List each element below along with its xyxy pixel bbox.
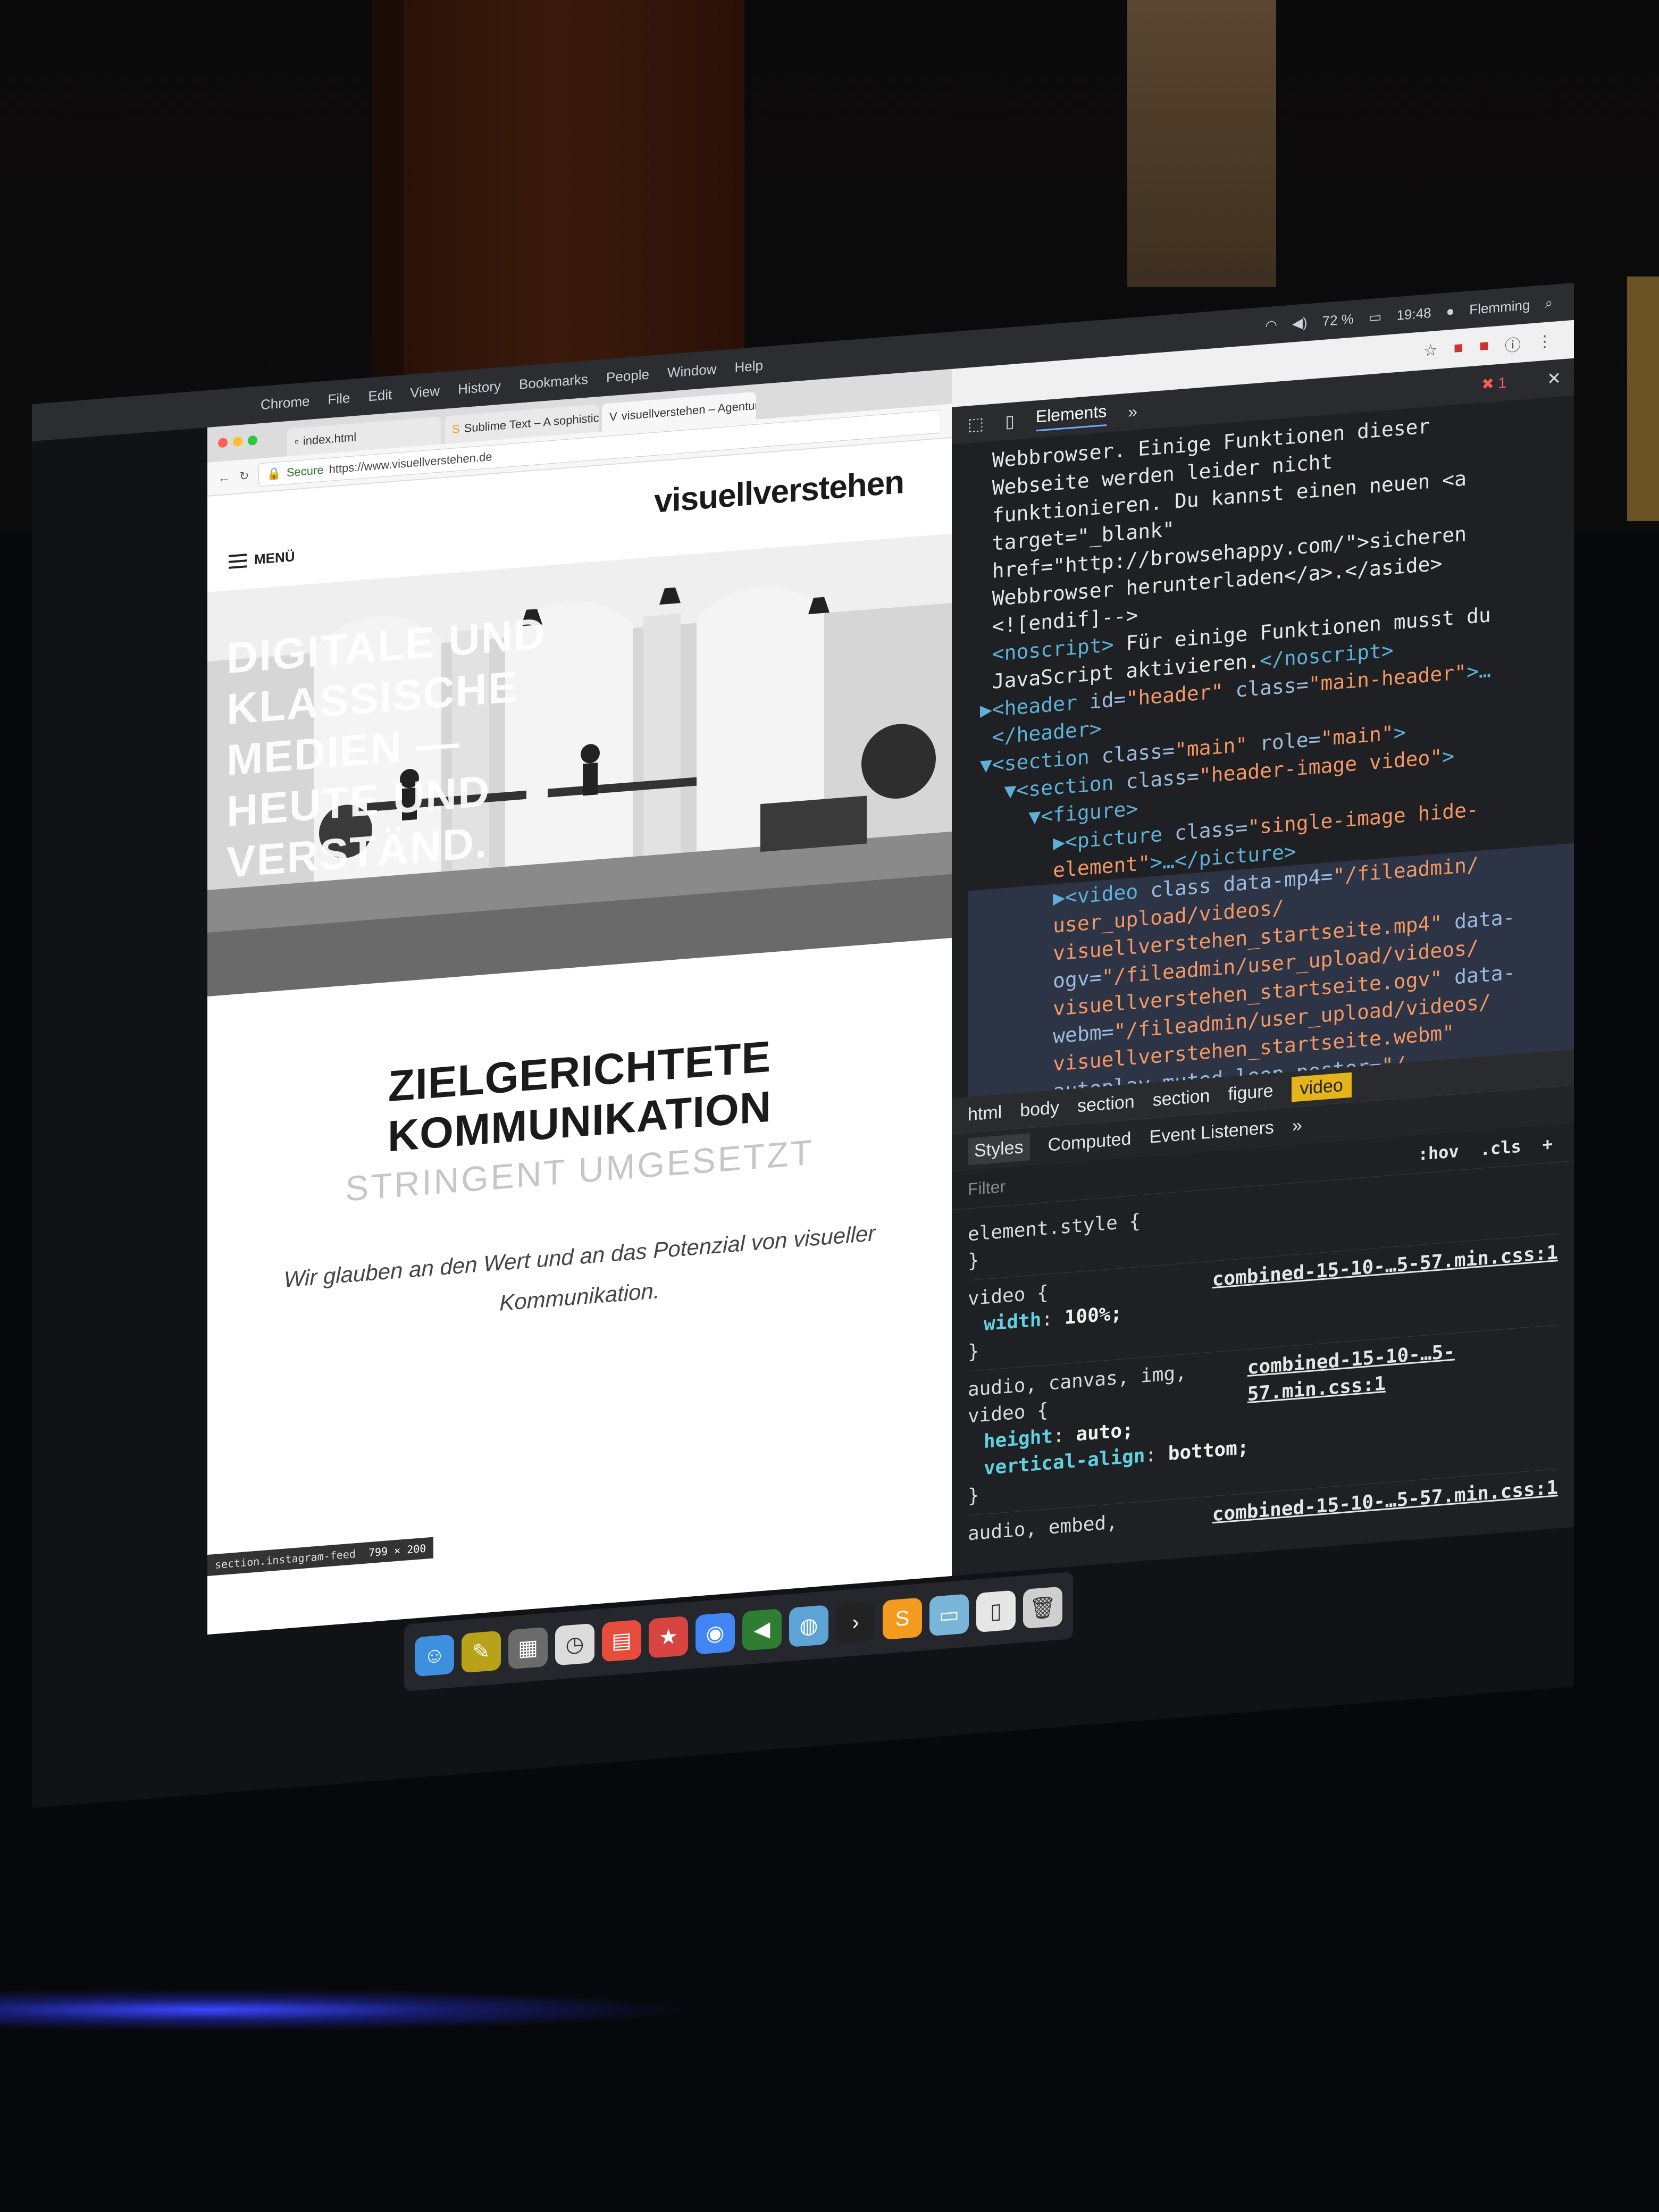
notes-icon[interactable]: ✎ — [462, 1630, 501, 1673]
spotlight-icon[interactable]: ⌕ — [1545, 295, 1553, 312]
globe-icon[interactable]: ◍ — [789, 1605, 828, 1647]
dom-tree[interactable]: Webbrowser. Einige Funktionen dieser Web… — [952, 396, 1574, 1099]
menu-label: MENÜ — [254, 548, 295, 568]
hov-toggle[interactable]: :hov — [1418, 1141, 1459, 1164]
reload-icon[interactable]: ↻ — [239, 469, 249, 483]
tab-label: index.html — [303, 430, 357, 448]
tab-label: Sublime Text – A sophisticate — [464, 409, 599, 435]
calendar-icon[interactable]: ▤ — [602, 1619, 641, 1662]
back-icon[interactable]: ← — [218, 471, 230, 485]
clock-icon[interactable]: ◷ — [555, 1623, 594, 1666]
minimize-window-icon[interactable] — [233, 436, 242, 447]
error-count-badge[interactable]: ✖ 1 — [1481, 373, 1506, 393]
inspect-dimensions: 799 × 200 — [368, 1541, 426, 1560]
wifi-icon[interactable]: ◠ — [1265, 316, 1277, 334]
crumb-section[interactable]: section — [1153, 1085, 1210, 1110]
battery-icon[interactable]: ▭ — [1369, 308, 1382, 326]
document-icon[interactable]: ▯ — [976, 1590, 1016, 1633]
zoom-window-icon[interactable] — [248, 435, 257, 446]
menu-button[interactable]: MENÜ — [229, 548, 295, 570]
css-rules: element.style { } video { combined-15-10… — [952, 1161, 1574, 1582]
crumb-body[interactable]: body — [1020, 1097, 1059, 1121]
intro-section: ZIELGERICHTETE KOMMUNIKATION STRINGENT U… — [207, 938, 952, 1475]
terminal-icon[interactable]: › — [836, 1601, 875, 1644]
menubar-item-file[interactable]: File — [328, 389, 350, 407]
app-icon[interactable]: ▦ — [508, 1627, 548, 1670]
tab-styles[interactable]: Styles — [968, 1133, 1030, 1166]
menubar-item-edit[interactable]: Edit — [368, 386, 392, 405]
menubar-item-view[interactable]: View — [410, 382, 440, 401]
property-name: width — [984, 1309, 1042, 1336]
tab-computed[interactable]: Computed — [1048, 1128, 1132, 1155]
battery-percent: 72 % — [1322, 310, 1354, 329]
sublime-icon: S — [452, 422, 460, 436]
crumb-html[interactable]: html — [968, 1102, 1002, 1125]
error-count: 1 — [1498, 374, 1507, 391]
projection-screen: Chrome File Edit View History Bookmarks … — [32, 282, 1574, 1808]
tab-label: visuellverstehen – Agentur f — [621, 398, 756, 423]
file-icon: ▫ — [295, 434, 299, 449]
blue-led-glow — [0, 1989, 691, 2031]
window-controls — [218, 435, 257, 448]
window-light — [1127, 0, 1276, 287]
trash-icon[interactable]: 🗑 — [1023, 1586, 1062, 1629]
close-window-icon[interactable] — [218, 438, 228, 448]
extension-icon[interactable]: ■ — [1479, 337, 1489, 355]
extension-icon[interactable]: ■ — [1454, 339, 1463, 357]
more-panels-icon[interactable]: » — [1292, 1115, 1302, 1136]
menubar-item-window[interactable]: Window — [667, 361, 716, 381]
folder-icon[interactable]: ▭ — [929, 1594, 969, 1637]
star-icon[interactable]: ☆ — [1423, 340, 1438, 360]
finder-icon[interactable]: ☺ — [415, 1634, 454, 1677]
lock-icon: 🔒 — [266, 466, 281, 481]
site-logo[interactable]: visuellverstehen — [654, 463, 904, 521]
crumb-figure[interactable]: figure — [1228, 1080, 1273, 1105]
url-text: https://www.visuellverstehen.de — [329, 449, 492, 476]
volume-icon[interactable]: ◀) — [1292, 314, 1308, 332]
inspect-element-icon[interactable]: ⬚ — [968, 413, 984, 434]
editor-icon[interactable]: ◀ — [742, 1608, 782, 1651]
tab-event-listeners[interactable]: Event Listeners — [1149, 1117, 1273, 1147]
property-name: height — [984, 1425, 1053, 1453]
bookmark-icon[interactable]: ★ — [649, 1615, 688, 1658]
more-menu-icon[interactable]: ⋮ — [1537, 331, 1553, 351]
close-devtools-icon[interactable]: ✕ — [1547, 368, 1561, 389]
filter-input[interactable]: Filter — [968, 1177, 1006, 1200]
rule-selector: audio, embed, — [968, 1511, 1118, 1545]
hamburger-icon — [229, 553, 247, 569]
menubar-item-chrome[interactable]: Chrome — [261, 392, 309, 413]
property-value: auto; — [1076, 1419, 1134, 1446]
menubar-item-people[interactable]: People — [606, 366, 649, 386]
new-rule-button[interactable]: + — [1543, 1133, 1553, 1154]
sublime-text-icon[interactable]: S — [883, 1597, 922, 1640]
devtools-panel: ☆ ■ ■ ⓘ ⋮ ⬚ ▯ Elements » ✖ 1 ✕ Webbrowse… — [952, 320, 1574, 1576]
clock[interactable]: 19:48 — [1397, 304, 1431, 323]
chrome-window: ▫ index.html S Sublime Text – A sophisti… — [207, 368, 952, 1635]
property-value: bottom; — [1168, 1436, 1249, 1465]
hero-video: DIGITALE UND KLASSISCHE MEDIEN — HEUTE U… — [207, 533, 952, 997]
inspect-tooltip: section.instagram-feed 799 × 200 — [207, 1537, 434, 1577]
side-light — [1627, 276, 1659, 521]
crumb-section[interactable]: section — [1077, 1091, 1135, 1116]
chrome-icon[interactable]: ◉ — [696, 1612, 735, 1655]
user-name[interactable]: Flemming — [1469, 297, 1530, 318]
filter-tools: :hov .cls + — [1418, 1133, 1553, 1164]
property-value: 100%; — [1064, 1302, 1122, 1329]
more-tabs-icon[interactable]: » — [1128, 401, 1137, 422]
lead-text: Wir glauben an den Wert und an das Poten… — [283, 1220, 876, 1316]
inspect-selector: section.instagram-feed — [215, 1547, 356, 1571]
device-toolbar-icon[interactable]: ▯ — [1005, 411, 1015, 432]
menubar-item-help[interactable]: Help — [735, 357, 763, 375]
menubar-item-history[interactable]: History — [458, 378, 501, 397]
cls-toggle[interactable]: .cls — [1480, 1136, 1521, 1159]
site-favicon-icon: V — [609, 409, 617, 424]
website-viewport: MENÜ visuellverstehen DIGITALE UND KLASS… — [207, 438, 952, 1635]
user-icon[interactable]: ● — [1446, 303, 1455, 320]
secure-label: Secure — [286, 463, 324, 480]
tab-elements[interactable]: Elements — [1035, 401, 1107, 432]
hero-text: DIGITALE UND KLASSISCHE MEDIEN — HEUTE U… — [227, 608, 546, 889]
info-icon[interactable]: ⓘ — [1505, 332, 1521, 356]
menubar-item-bookmarks[interactable]: Bookmarks — [519, 371, 588, 392]
crumb-video[interactable]: video — [1291, 1072, 1352, 1102]
